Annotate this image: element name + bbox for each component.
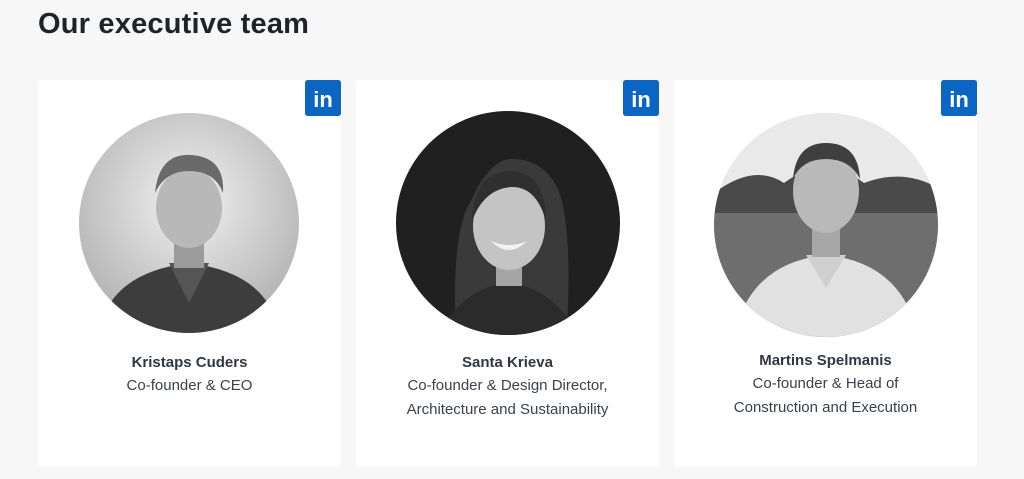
member-name: Martins Spelmanis: [759, 352, 892, 369]
svg-text:in: in: [313, 87, 333, 112]
avatar-photo: [79, 113, 299, 333]
member-name: Santa Krieva: [462, 354, 553, 371]
member-role-line: Construction and Execution: [733, 399, 918, 416]
member-role: Co-founder & Head of Construction and Ex…: [674, 372, 977, 420]
member-name: Kristaps Cuders: [131, 354, 248, 371]
avatar-photo: [714, 113, 938, 337]
executive-team-section: Our executive team in Kristaps Cuders Co…: [0, 0, 1024, 479]
linkedin-icon[interactable]: in: [623, 80, 659, 116]
section-title: Our executive team: [38, 8, 310, 40]
team-member-card: in Santa Krieva Co-founder & Design Dire…: [356, 80, 659, 467]
member-role-line: Co-founder & Design Director,: [407, 377, 608, 394]
member-role-line: Co-founder & CEO: [126, 377, 253, 394]
team-member-card: in Kristaps Cuders Co-founder & CEO: [38, 80, 341, 467]
svg-text:in: in: [631, 87, 651, 112]
team-member-card: in Martins Spelmanis Co-founder & Head o…: [674, 80, 977, 467]
linkedin-icon[interactable]: in: [941, 80, 977, 116]
avatar-photo: [396, 111, 620, 335]
svg-text:in: in: [949, 87, 969, 112]
member-role: Co-founder & CEO: [38, 374, 341, 398]
linkedin-icon[interactable]: in: [305, 80, 341, 116]
member-role-line: Architecture and Sustainability: [406, 401, 609, 418]
member-role-line: Co-founder & Head of: [752, 375, 899, 392]
member-role: Co-founder & Design Director, Architectu…: [356, 374, 659, 422]
